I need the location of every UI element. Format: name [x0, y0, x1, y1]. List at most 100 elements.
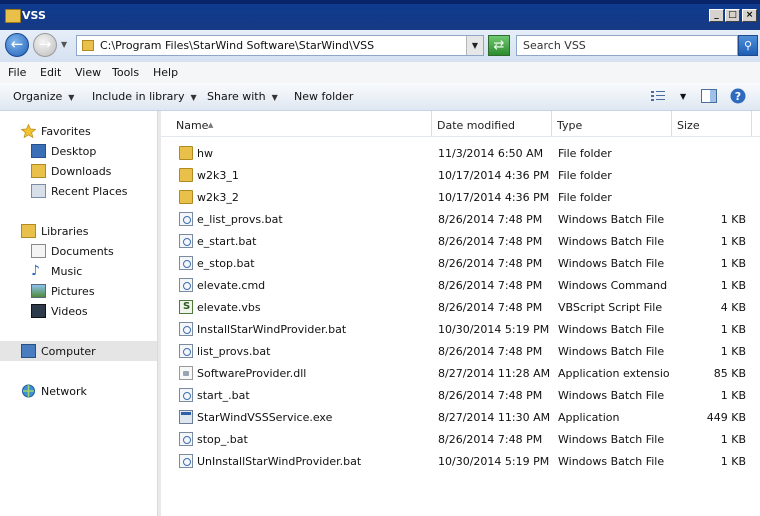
sidebar-item-desktop[interactable]: Desktop — [0, 141, 157, 161]
videos-icon — [31, 304, 46, 318]
file-size: 449 KB — [706, 411, 746, 424]
sidebar-item-documents[interactable]: Documents — [0, 241, 157, 261]
file-type: File folder — [558, 169, 612, 182]
file-name: InstallStarWindProvider.bat — [197, 323, 347, 336]
file-type: Windows Batch File — [558, 213, 665, 226]
close-button[interactable]: × — [742, 9, 757, 22]
file-size: 1 KB — [720, 455, 746, 468]
share-with-button[interactable]: Share with ▼ — [207, 90, 278, 103]
file-row[interactable]: e_start.bat 8/26/2014 7:48 PM Windows Batc… — [161, 230, 760, 252]
preview-pane-icon[interactable] — [701, 89, 717, 103]
search-icon[interactable]: ⚲ — [738, 35, 758, 56]
sidebar-item-recent-places[interactable]: Recent Places — [0, 181, 157, 201]
title-bar: VSS _ □ × — [0, 0, 760, 30]
network-icon — [22, 384, 35, 398]
file-row[interactable]: e_list_provs.bat 8/26/2014 7:48 PM Windows… — [161, 208, 760, 230]
menu-help[interactable]: Help — [153, 66, 178, 79]
file-row[interactable]: start_.bat 8/26/2014 7:48 PM Windows Batch… — [161, 384, 760, 406]
column-header-name[interactable]: Name ▲ — [161, 111, 432, 136]
file-type: Application — [558, 411, 620, 424]
chevron-down-icon: ▼ — [271, 93, 278, 102]
file-date-modified: 10/30/2014 5:19 PM — [438, 455, 550, 468]
file-row[interactable]: w2k3_2 10/17/2014 4:36 PM File folder — [161, 186, 760, 208]
file-date-modified: 8/26/2014 7:48 PM — [438, 279, 543, 292]
file-row[interactable]: SoftwareProvider.dll 8/27/2014 11:28 AM Ap… — [161, 362, 760, 384]
search-placeholder: Search VSS — [523, 39, 586, 52]
address-bar[interactable]: C:\Program Files\StarWind Software\StarW… — [76, 35, 484, 56]
menu-edit[interactable]: Edit — [40, 66, 61, 79]
address-dropdown-icon[interactable]: ▼ — [466, 36, 483, 55]
downloads-icon — [31, 164, 46, 178]
sidebar-item-music[interactable]: ♪ Music — [0, 261, 157, 281]
file-row[interactable]: stop_.bat 8/26/2014 7:48 PM Windows Batch … — [161, 428, 760, 450]
address-path[interactable]: C:\Program Files\StarWind Software\StarW… — [100, 39, 374, 52]
new-folder-button[interactable]: New folder — [294, 90, 353, 103]
file-row[interactable]: UnInstallStarWindProvider.bat 10/30/2014 … — [161, 450, 760, 472]
sidebar-item-videos[interactable]: Videos — [0, 301, 157, 321]
command-bar: Organize ▼ Include in library ▼ Share with… — [0, 83, 760, 111]
file-row[interactable]: StarWindVSSService.exe 8/27/2014 11:30 AM… — [161, 406, 760, 428]
file-name: UnInstallStarWindProvider.bat — [197, 455, 362, 468]
sidebar-item-network[interactable]: Network — [0, 381, 157, 401]
sidebar-item-computer[interactable]: Computer — [0, 341, 157, 361]
refresh-button[interactable]: ⇄ — [488, 35, 510, 56]
recent-places-icon — [31, 184, 46, 198]
column-header-label: Date modified — [437, 119, 515, 132]
search-input[interactable]: Search VSS — [516, 35, 738, 56]
forward-button[interactable]: → — [33, 33, 57, 57]
file-row[interactable]: elevate.vbs 8/26/2014 7:48 PM VBScript Scr… — [161, 296, 760, 318]
view-options-dropdown-icon[interactable]: ▼ — [680, 92, 686, 101]
file-row[interactable]: hw 11/3/2014 6:50 AM File folder — [161, 142, 760, 164]
file-name: SoftwareProvider.dll — [197, 367, 307, 380]
file-row[interactable]: list_provs.bat 8/26/2014 7:48 PM Windows B… — [161, 340, 760, 362]
star-icon — [21, 124, 36, 138]
file-type: Windows Command ... — [558, 279, 670, 292]
file-date-modified: 10/17/2014 4:36 PM — [438, 169, 550, 182]
file-row[interactable]: elevate.cmd 8/26/2014 7:48 PM Windows Comm… — [161, 274, 760, 296]
help-icon[interactable]: ? — [730, 88, 746, 104]
file-row[interactable]: InstallStarWindProvider.bat 10/30/2014 5:… — [161, 318, 760, 340]
batch-file-icon — [179, 388, 193, 402]
header-divider — [161, 136, 760, 137]
column-header-type[interactable]: Type — [552, 111, 672, 136]
file-size: 1 KB — [720, 345, 746, 358]
sidebar-item-libraries[interactable]: Libraries — [0, 221, 157, 241]
column-header-label: Type — [557, 119, 583, 132]
sidebar-item-downloads[interactable]: Downloads — [0, 161, 157, 181]
menu-tools[interactable]: Tools — [112, 66, 139, 79]
file-name: w2k3_2 — [197, 191, 239, 204]
file-row[interactable]: e_stop.bat 8/26/2014 7:48 PM Windows Batch… — [161, 252, 760, 274]
file-row[interactable]: w2k3_1 10/17/2014 4:36 PM File folder — [161, 164, 760, 186]
change-view-icon[interactable] — [650, 89, 666, 103]
column-header-date-modified[interactable]: Date modified — [432, 111, 552, 136]
organize-button[interactable]: Organize ▼ — [13, 90, 74, 103]
file-type: Windows Batch File — [558, 455, 665, 468]
file-type: File folder — [558, 147, 612, 160]
file-size: 1 KB — [720, 213, 746, 226]
file-name: StarWindVSSService.exe — [197, 411, 333, 424]
minimize-button[interactable]: _ — [709, 9, 724, 22]
menu-view[interactable]: View — [75, 66, 101, 79]
documents-icon — [31, 244, 46, 258]
maximize-button[interactable]: □ — [725, 9, 740, 22]
menu-file[interactable]: File — [8, 66, 26, 79]
include-in-library-button[interactable]: Include in library ▼ — [92, 90, 197, 103]
recent-pages-dropdown-icon[interactable]: ▼ — [61, 40, 67, 49]
sidebar-item-favorites[interactable]: Favorites — [0, 121, 157, 141]
file-type: Windows Batch File — [558, 323, 665, 336]
file-size: 4 KB — [720, 301, 746, 314]
column-header-size[interactable]: Size — [672, 111, 752, 136]
sidebar-item-label: Downloads — [51, 165, 112, 178]
back-button[interactable]: ← — [5, 33, 29, 57]
sidebar-item-label: Documents — [51, 245, 114, 258]
menu-bar: File Edit View Tools Help — [0, 62, 760, 83]
batch-file-icon — [179, 344, 193, 358]
folder-icon — [82, 40, 94, 51]
window-title: VSS — [22, 9, 46, 22]
sidebar-item-pictures[interactable]: Pictures — [0, 281, 157, 301]
folder-icon — [179, 190, 193, 204]
column-header-label: Name — [176, 119, 209, 132]
share-label: Share with — [207, 90, 266, 103]
file-size: 1 KB — [720, 323, 746, 336]
file-size: 1 KB — [720, 257, 746, 270]
